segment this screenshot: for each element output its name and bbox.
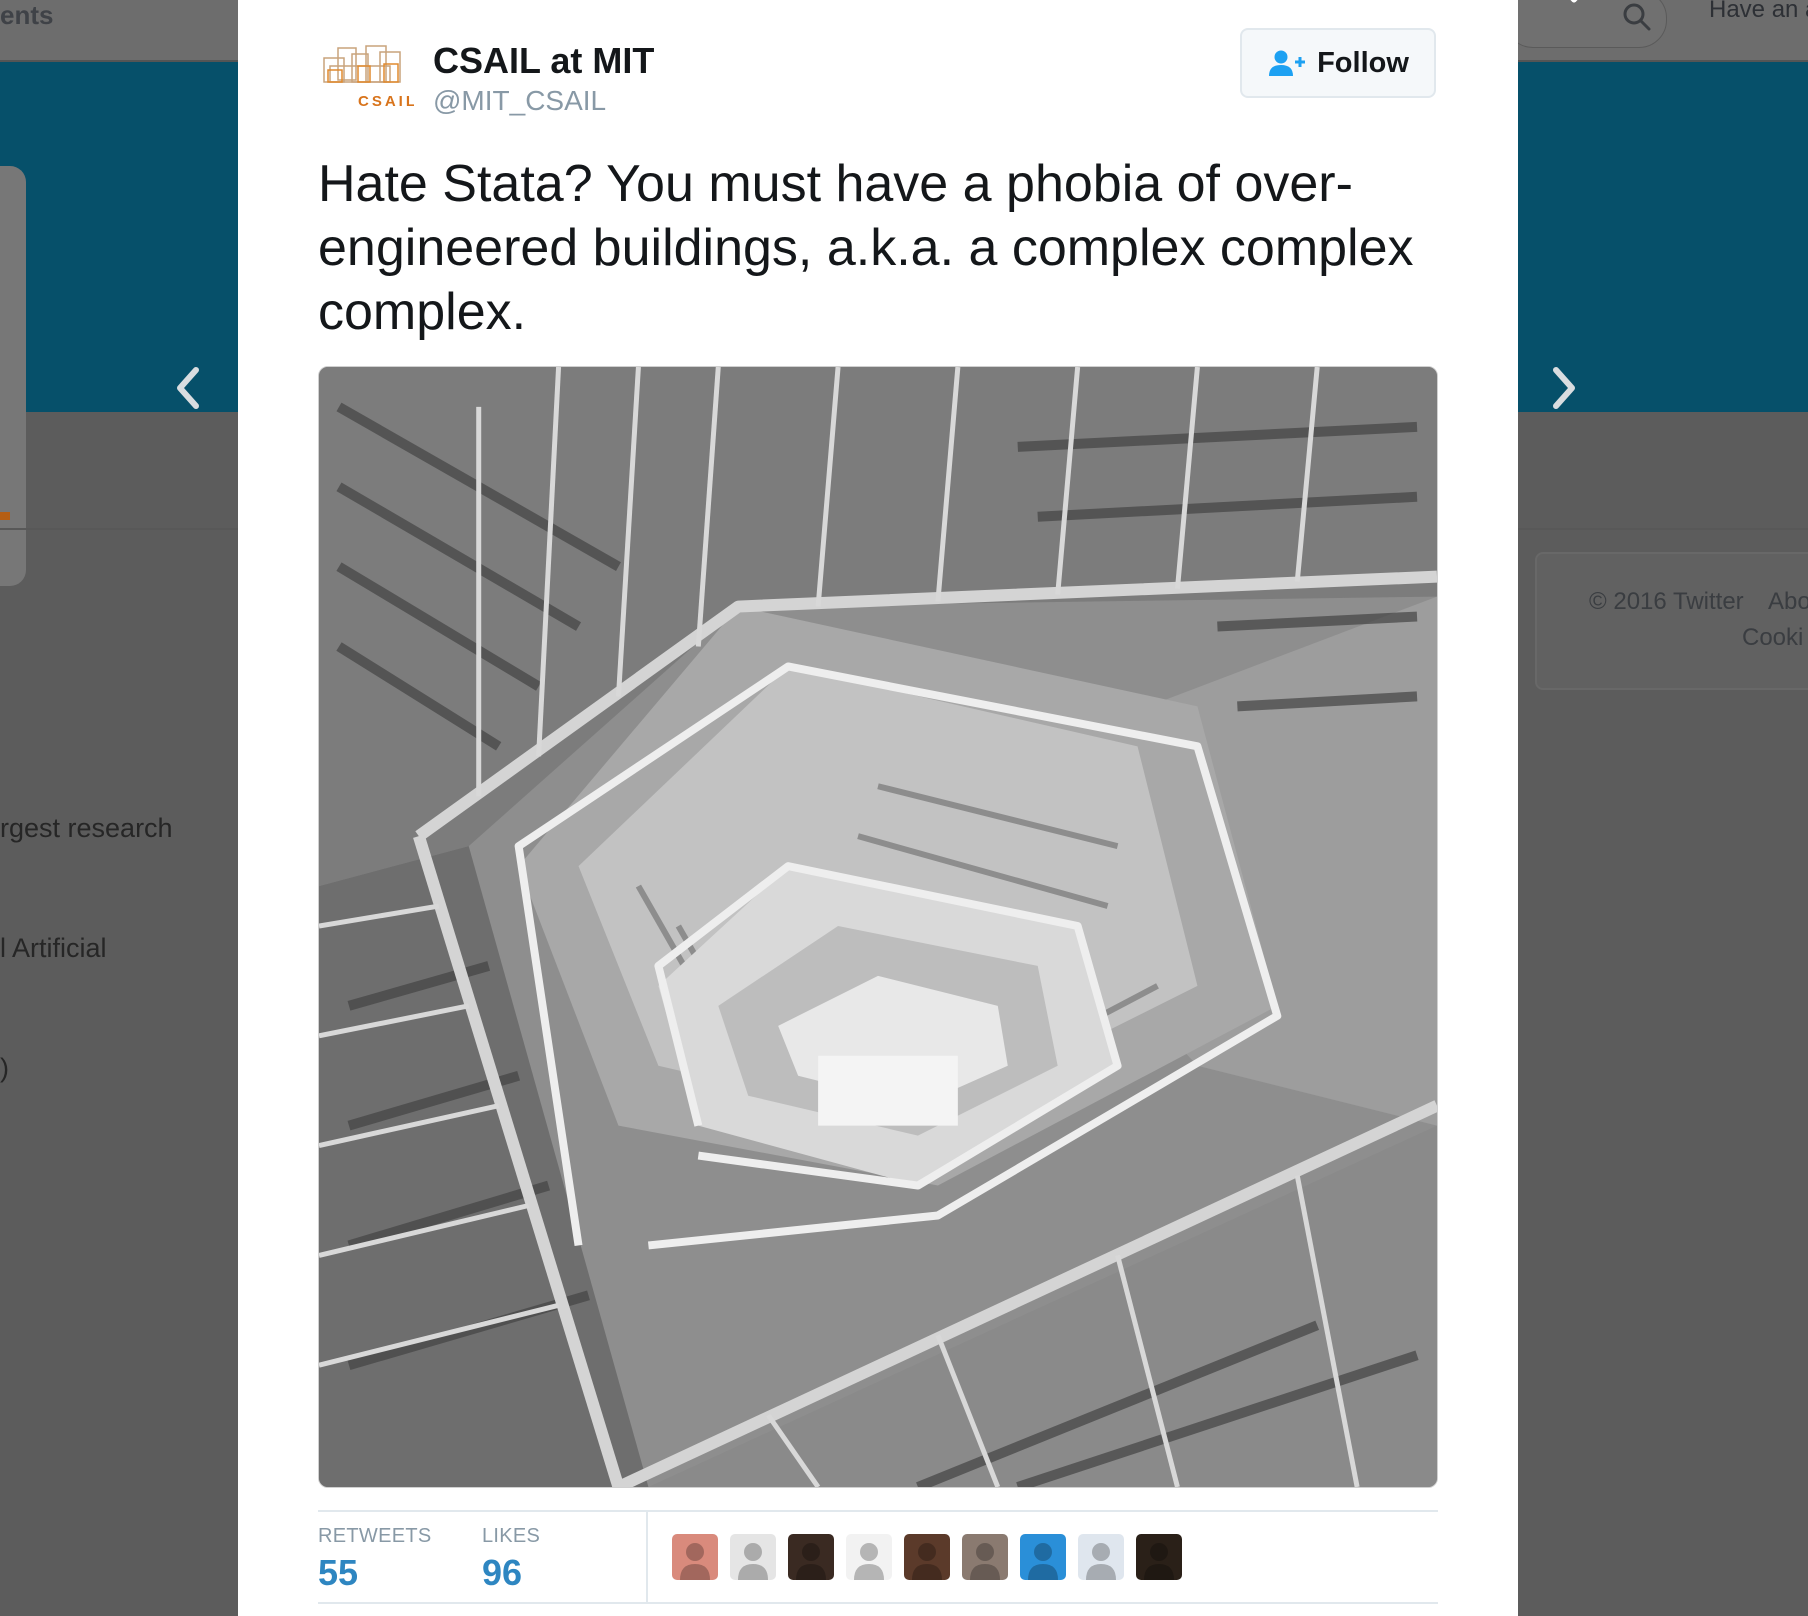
liker-avatar-1[interactable] bbox=[672, 1534, 718, 1580]
liker-avatar-2[interactable] bbox=[730, 1534, 776, 1580]
liker-avatar-4[interactable] bbox=[846, 1534, 892, 1580]
background-bio-line: ) bbox=[0, 1053, 9, 1083]
background-bio-line: l Artificial bbox=[0, 933, 107, 963]
likes-label: LIKES bbox=[482, 1525, 541, 1547]
likes-count[interactable]: 96 bbox=[482, 1552, 522, 1594]
stats-divider-bottom bbox=[318, 1602, 1438, 1604]
user-handle[interactable]: @MIT_CSAIL bbox=[433, 85, 606, 117]
footer-cookies-link[interactable]: Cooki bbox=[1742, 624, 1803, 652]
tweet-text-line: engineered buildings, a.k.a. a complex c… bbox=[318, 219, 1414, 277]
search-icon[interactable] bbox=[1620, 0, 1654, 34]
tweet-modal: CSAIL CSAIL at MIT @MIT_CSAIL Follow Hat… bbox=[238, 0, 1518, 1616]
follow-button-label: Follow bbox=[1317, 46, 1409, 79]
tweet-photo[interactable] bbox=[318, 366, 1438, 1488]
background-footer-card bbox=[1535, 552, 1808, 690]
liker-avatar-7[interactable] bbox=[1020, 1534, 1066, 1580]
footer-copyright: © 2016 Twitter bbox=[1589, 588, 1744, 615]
avatar-logo-text: CSAIL bbox=[358, 93, 414, 110]
spiral-staircase-image bbox=[319, 367, 1437, 1487]
background-profile-card bbox=[0, 166, 26, 586]
user-display-name[interactable]: CSAIL at MIT bbox=[433, 40, 654, 82]
background-nav-notifications[interactable]: ents bbox=[0, 0, 53, 31]
liker-avatar-6[interactable] bbox=[962, 1534, 1008, 1580]
liker-avatar-3[interactable] bbox=[788, 1534, 834, 1580]
csail-logo-avatar[interactable]: CSAIL bbox=[318, 36, 414, 116]
previous-arrow-icon[interactable] bbox=[168, 360, 208, 416]
add-user-icon bbox=[1269, 50, 1306, 76]
footer-about-link[interactable]: Abo bbox=[1768, 588, 1808, 616]
retweets-label: RETWEETS bbox=[318, 1525, 432, 1547]
liker-avatar-5[interactable] bbox=[904, 1534, 950, 1580]
stats-divider-vertical bbox=[646, 1512, 648, 1602]
close-icon[interactable] bbox=[1550, 0, 1598, 12]
tweet-text-line: Hate Stata? You must have a phobia of ov… bbox=[318, 155, 1353, 213]
tweet-text: Hate Stata? You must have a phobia of ov… bbox=[318, 152, 1448, 344]
liker-avatar-8[interactable] bbox=[1078, 1534, 1124, 1580]
follow-button[interactable]: Follow bbox=[1240, 28, 1436, 98]
liker-avatar-9[interactable] bbox=[1136, 1534, 1182, 1580]
background-accent-mark bbox=[0, 512, 10, 520]
tweet-text-line: complex. bbox=[318, 283, 527, 341]
retweets-count[interactable]: 55 bbox=[318, 1552, 358, 1594]
background-bio: rgest research l Artificial ) bbox=[0, 728, 173, 1128]
next-arrow-icon[interactable] bbox=[1544, 360, 1584, 416]
background-account-link[interactable]: Have an a bbox=[1709, 0, 1808, 24]
background-bio-line: rgest research bbox=[0, 813, 173, 843]
stats-divider-top bbox=[318, 1510, 1438, 1512]
